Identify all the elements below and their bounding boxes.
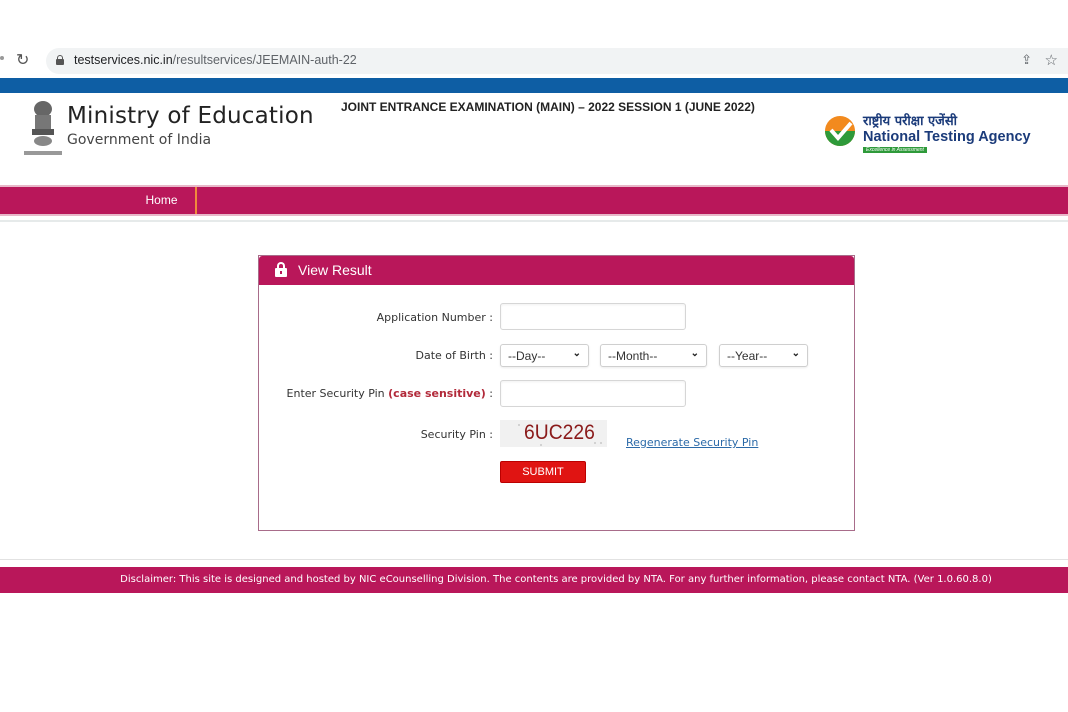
nav-divider	[0, 220, 1068, 222]
panel-title: View Result	[298, 262, 372, 278]
security-pin-label-text: Enter Security Pin	[286, 387, 389, 400]
address-bar[interactable]: testservices.nic.in/resultservices/JEEMA…	[46, 48, 1068, 74]
ministry-title: Ministry of Education	[67, 103, 314, 129]
footer-disclaimer: Disclaimer: This site is designed and ho…	[0, 567, 1068, 593]
day-select-value: --Day--	[508, 349, 546, 363]
year-select-value: --Year--	[727, 349, 768, 363]
day-select[interactable]: --Day-- ⌄	[500, 344, 589, 367]
case-sensitive-note: (case sensitive)	[388, 387, 486, 400]
star-icon[interactable]: ☆	[1045, 51, 1058, 69]
nav-item-home[interactable]: Home	[128, 187, 197, 214]
site-header: Ministry of Education Government of Indi…	[0, 93, 1068, 185]
nta-english-name: National Testing Agency	[863, 129, 1031, 145]
chevron-down-icon: ⌄	[572, 348, 581, 359]
nta-tagline: Excellence in Assessment	[863, 147, 927, 153]
url-host: testservices.nic.in	[74, 53, 173, 67]
regenerate-security-pin-link[interactable]: Regenerate Security Pin	[626, 436, 758, 449]
chevron-down-icon: ⌄	[791, 348, 800, 359]
security-pin-colon: :	[485, 387, 493, 400]
date-of-birth-label: Date of Birth :	[415, 349, 494, 362]
reload-icon[interactable]: ↻	[16, 50, 29, 69]
application-number-input[interactable]	[500, 303, 686, 330]
security-pin-input[interactable]	[500, 380, 686, 407]
year-select[interactable]: --Year-- ⌄	[719, 344, 808, 367]
lock-icon	[275, 262, 287, 277]
forward-icon[interactable]	[0, 56, 4, 60]
url-path: /resultservices/JEEMAIN-auth-22	[172, 53, 357, 67]
submit-button[interactable]: SUBMIT	[500, 461, 586, 483]
panel-header: View Result	[259, 256, 854, 285]
national-emblem-icon	[24, 101, 62, 155]
ministry-subtitle: Government of India	[67, 132, 212, 148]
share-icon[interactable]: ⇪	[1021, 53, 1032, 68]
exam-title: JOINT ENTRANCE EXAMINATION (MAIN) – 2022…	[341, 100, 755, 114]
url-text[interactable]: testservices.nic.in/resultservices/JEEMA…	[74, 53, 357, 67]
captcha-image: 6UC226	[500, 420, 607, 447]
browser-address-row: ↻ testservices.nic.in/resultservices/JEE…	[0, 46, 1068, 76]
top-blue-bar	[0, 78, 1068, 93]
lock-icon[interactable]	[56, 55, 64, 65]
application-number-label: Application Number :	[376, 311, 493, 324]
chevron-down-icon: ⌄	[690, 348, 699, 359]
month-select[interactable]: --Month-- ⌄	[600, 344, 707, 367]
captcha-label: Security Pin :	[420, 428, 493, 441]
nta-logo-icon	[825, 116, 855, 146]
footer-divider	[0, 559, 1068, 560]
captcha-text: 6UC226	[524, 421, 595, 444]
month-select-value: --Month--	[608, 349, 658, 363]
nta-hindi-name: राष्ट्रीय परीक्षा एजेंसी	[863, 114, 957, 129]
security-pin-label: Enter Security Pin (case sensitive) :	[287, 387, 493, 400]
main-nav: Home	[0, 185, 1068, 216]
